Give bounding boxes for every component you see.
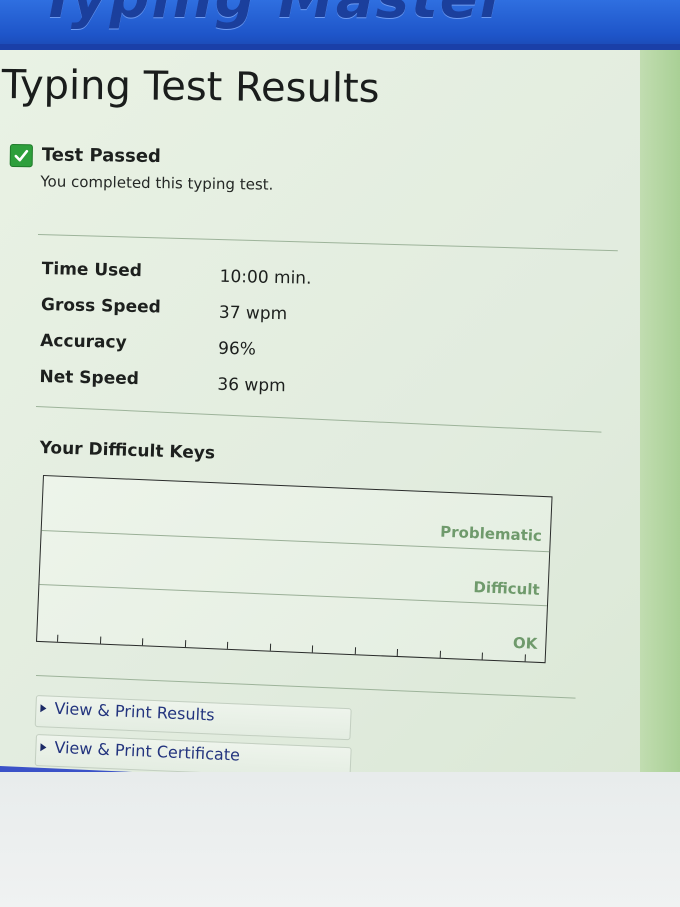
- triangle-right-icon: [40, 743, 47, 752]
- axis-tick: [269, 643, 272, 651]
- stat-label: Accuracy: [40, 331, 127, 353]
- page-title: Typing Test Results: [1, 62, 380, 112]
- axis-tick: [184, 640, 187, 648]
- level-label-ok: OK: [512, 633, 538, 653]
- axis-tick: [354, 647, 357, 655]
- triangle-right-icon: [40, 704, 47, 713]
- divider: [37, 234, 618, 252]
- button-label: View & Print Certificate: [54, 737, 241, 765]
- status-title: Test Passed: [41, 144, 162, 168]
- divider: [35, 675, 576, 699]
- stat-value: 10:00 min.: [219, 266, 312, 289]
- status-subtitle: You completed this typing test.: [40, 172, 274, 194]
- stat-label: Time Used: [41, 259, 143, 282]
- axis-tick: [99, 636, 102, 644]
- axis-tick: [141, 638, 144, 646]
- results-panel: Typing Test Results Test Passed You comp…: [0, 50, 640, 780]
- divider: [35, 406, 602, 433]
- app-banner: Typing Master: [0, 0, 680, 50]
- stat-label: Gross Speed: [40, 295, 162, 318]
- axis-tick: [524, 654, 526, 662]
- axis-tick: [311, 645, 314, 653]
- view-print-results-button[interactable]: View & Print Results: [34, 695, 352, 741]
- axis-tick: [439, 650, 441, 658]
- level-label-difficult: Difficult: [473, 578, 541, 599]
- axis-tick: [396, 648, 399, 657]
- stats-table: Time Used 10:00 min. Gross Speed 37 wpm …: [37, 257, 370, 408]
- app-logo: Typing Master: [40, 0, 509, 31]
- stat-value: 96%: [217, 338, 257, 360]
- window-background: [0, 772, 680, 907]
- check-icon: [9, 143, 33, 168]
- difficult-keys-title: Your Difficult Keys: [39, 438, 216, 464]
- stat-value: 36 wpm: [217, 374, 286, 397]
- axis-tick: [481, 652, 483, 660]
- stat-label: Net Speed: [39, 367, 140, 390]
- level-label-problematic: Problematic: [439, 522, 543, 545]
- axis-tick: [226, 641, 229, 649]
- stat-value: 37 wpm: [218, 302, 288, 325]
- difficult-keys-chart: Problematic Difficult OK: [36, 475, 553, 664]
- axis-tick: [57, 634, 59, 642]
- button-label: View & Print Results: [54, 698, 215, 725]
- screen: Typing Master Typing Test Results Test P…: [0, 0, 680, 907]
- stat-row-net-speed: Net Speed 36 wpm: [37, 365, 368, 408]
